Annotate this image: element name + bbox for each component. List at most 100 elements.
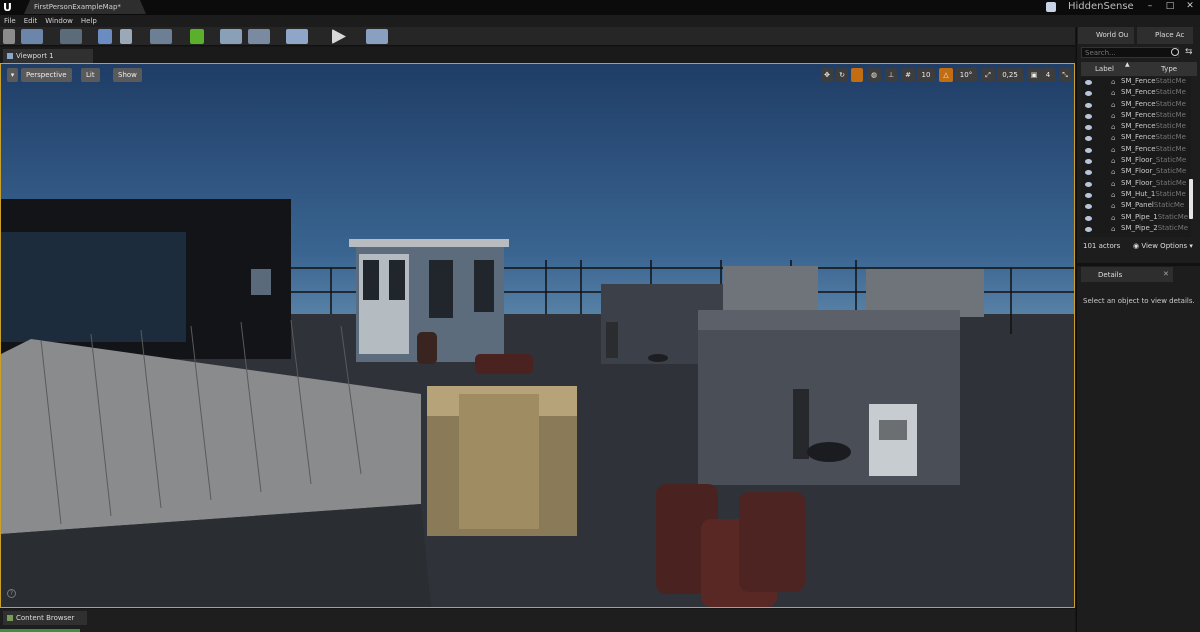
settings-icon[interactable]: ⇆: [1185, 47, 1197, 58]
show-button[interactable]: Show: [113, 68, 142, 82]
close-icon[interactable]: ✕: [1163, 270, 1169, 278]
outliner-row[interactable]: ⌂ SM_FenceStaticMe: [1081, 122, 1191, 133]
cinematics-icon[interactable]: [220, 29, 242, 44]
main-toolbar: [0, 27, 1075, 46]
menu-bar: File Edit Window Help: [0, 15, 1200, 27]
camera-speed-value[interactable]: 4: [1041, 68, 1055, 82]
static-mesh-icon: ⌂: [1111, 202, 1116, 211]
row-label: SM_Floor_: [1121, 178, 1156, 187]
translate-icon[interactable]: ✥: [821, 68, 833, 82]
row-label: SM_Fence: [1121, 77, 1156, 85]
row-label: SM_Pipe_1: [1121, 212, 1158, 221]
map-tab[interactable]: FirstPersonExampleMap*: [24, 0, 146, 14]
content-icon[interactable]: [98, 29, 112, 44]
save-icon[interactable]: [3, 29, 15, 44]
menu-file[interactable]: File: [0, 15, 20, 25]
outliner-row[interactable]: ⌂ SM_Pipe_1StaticMe: [1081, 213, 1191, 224]
visibility-eye-icon[interactable]: [1085, 215, 1092, 221]
world-space-icon[interactable]: ◍: [867, 68, 881, 82]
level-viewport[interactable]: ▾ Perspective Lit Show ✥ ↻ ◍ ⊥ # 10 △ 10…: [0, 63, 1075, 608]
outliner-column-header: Label ▲ Type: [1081, 61, 1197, 76]
outliner-row[interactable]: ⌂ SM_FenceStaticMe: [1081, 77, 1191, 88]
content-browser-tab[interactable]: Content Browser: [3, 611, 87, 625]
outliner-row[interactable]: ⌂ SM_Floor_StaticMe: [1081, 167, 1191, 178]
outliner-list[interactable]: ⌂ SM_FenceStaticMe ⌂ SM_FenceStaticMe ⌂ SM_Fe…: [1081, 77, 1191, 237]
outliner-search-input[interactable]: Search...: [1081, 47, 1179, 58]
visibility-eye-icon[interactable]: [1085, 226, 1092, 232]
lit-button[interactable]: Lit: [81, 68, 100, 82]
surface-snap-icon[interactable]: ⊥: [885, 68, 897, 82]
grid-snap-value[interactable]: 10: [917, 68, 935, 82]
static-mesh-icon: ⌂: [1111, 190, 1116, 199]
visibility-eye-icon[interactable]: [1085, 159, 1092, 165]
maximize-viewport-icon[interactable]: ⤡: [1059, 68, 1071, 82]
details-panel: Details ✕ Select an object to view detai…: [1077, 263, 1200, 632]
camera-speed-icon[interactable]: ▣: [1027, 68, 1041, 82]
visibility-eye-icon[interactable]: [1085, 102, 1092, 108]
visibility-eye-icon[interactable]: [1085, 147, 1092, 153]
perspective-button[interactable]: Perspective: [21, 68, 72, 82]
scale-icon[interactable]: [851, 68, 863, 82]
marketplace-icon[interactable]: [120, 29, 132, 44]
source-control-icon[interactable]: [21, 29, 43, 44]
launch-icon[interactable]: [366, 29, 388, 44]
row-type: StaticMe: [1153, 201, 1185, 210]
rotation-snap-value[interactable]: 10°: [955, 68, 977, 82]
grid-snap-icon[interactable]: #: [901, 68, 915, 82]
static-mesh-icon: ⌂: [1111, 89, 1116, 98]
visibility-eye-icon[interactable]: [1085, 113, 1092, 119]
tab-place-actors[interactable]: Place Ac: [1137, 27, 1193, 44]
unreal-logo[interactable]: U: [0, 0, 15, 15]
compile-icon[interactable]: [286, 29, 308, 44]
visibility-eye-icon[interactable]: [1085, 136, 1092, 142]
maximize-button[interactable]: □: [1163, 1, 1177, 12]
viewport-tab[interactable]: Viewport 1: [3, 49, 93, 63]
scene-render: [1, 199, 1074, 607]
row-label: SM_Hut_1: [1121, 189, 1156, 198]
column-type[interactable]: Type: [1161, 65, 1177, 73]
outliner-row[interactable]: ⌂ SM_Hut_1StaticMe: [1081, 190, 1191, 201]
visibility-eye-icon[interactable]: [1085, 80, 1092, 85]
outliner-row[interactable]: ⌂ SM_FenceStaticMe: [1081, 145, 1191, 156]
actor-count: 101 actors: [1083, 242, 1121, 250]
outliner-scrollbar[interactable]: [1189, 179, 1193, 219]
outliner-row[interactable]: ⌂ SM_Floor_StaticMe: [1081, 156, 1191, 167]
outliner-row[interactable]: ⌂ SM_PanelStaticMe: [1081, 201, 1191, 212]
settings-icon[interactable]: [150, 29, 172, 44]
menu-edit[interactable]: Edit: [20, 15, 42, 25]
menu-window[interactable]: Window: [41, 15, 77, 25]
viewport-options-button[interactable]: ▾: [7, 68, 18, 82]
row-type: StaticMe: [1155, 133, 1186, 142]
modes-icon[interactable]: [60, 29, 82, 44]
visibility-eye-icon[interactable]: [1085, 91, 1092, 97]
scale-snap-value[interactable]: 0,25: [997, 68, 1023, 82]
outliner-row[interactable]: ⌂ SM_Pipe_2StaticMe: [1081, 224, 1191, 235]
visibility-eye-icon[interactable]: [1085, 125, 1092, 131]
close-button[interactable]: ✕: [1183, 1, 1197, 12]
row-label: SM_Fence: [1121, 133, 1156, 142]
blueprints-icon[interactable]: [190, 29, 204, 44]
outliner-row[interactable]: ⌂ SM_FenceStaticMe: [1081, 133, 1191, 144]
minimize-button[interactable]: –: [1143, 1, 1157, 12]
tab-details[interactable]: Details: [1081, 267, 1173, 282]
row-label: SM_Pipe_2: [1121, 223, 1158, 232]
outliner-row[interactable]: ⌂ SM_FenceStaticMe: [1081, 111, 1191, 122]
menu-help[interactable]: Help: [77, 15, 101, 25]
outliner-row[interactable]: ⌂ SM_Floor_StaticMe: [1081, 179, 1191, 190]
visibility-eye-icon[interactable]: [1085, 204, 1092, 210]
visibility-eye-icon[interactable]: [1085, 170, 1092, 176]
scale-snap-icon[interactable]: ⤢: [981, 68, 995, 82]
visibility-eye-icon[interactable]: [1085, 181, 1092, 187]
play-icon[interactable]: [332, 29, 346, 44]
row-label: SM_Fence: [1121, 110, 1156, 119]
build-icon[interactable]: [248, 29, 270, 44]
outliner-row[interactable]: ⌂ SM_FenceStaticMe: [1081, 100, 1191, 111]
rotate-icon[interactable]: ↻: [836, 68, 848, 82]
column-label[interactable]: Label: [1095, 65, 1114, 73]
view-options-button[interactable]: ◉ View Options ▾: [1133, 242, 1193, 250]
help-icon[interactable]: ?: [7, 589, 16, 598]
outliner-row[interactable]: ⌂ SM_FenceStaticMe: [1081, 88, 1191, 99]
rotation-snap-icon[interactable]: △: [939, 68, 953, 82]
visibility-eye-icon[interactable]: [1085, 192, 1092, 198]
tab-world-outliner[interactable]: World Ou: [1078, 27, 1134, 44]
